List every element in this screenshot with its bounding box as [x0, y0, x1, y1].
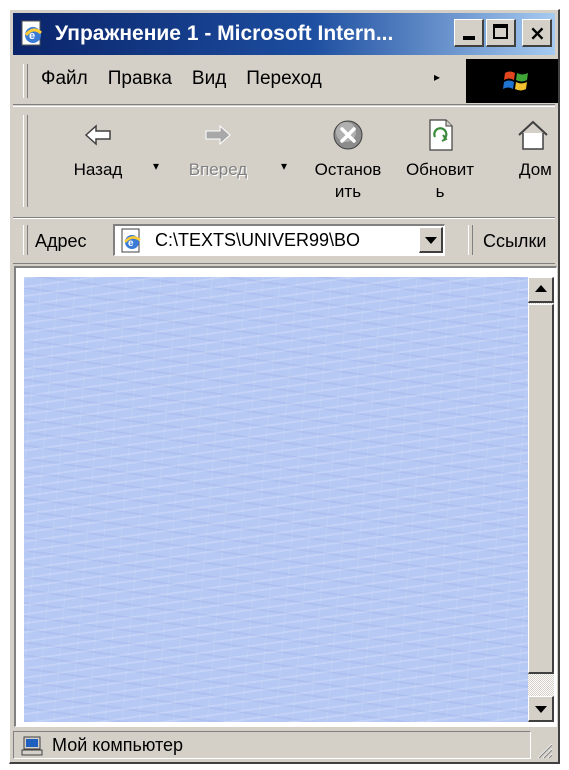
menu-more-chevron-icon[interactable]: ▸: [434, 70, 440, 84]
internet-explorer-page-icon: e: [19, 20, 47, 48]
back-label: Назад: [73, 160, 123, 179]
page-viewport[interactable]: [24, 277, 528, 722]
links-bar-grip[interactable]: [468, 225, 473, 255]
window-title: Упражнение 1 - Microsoft Intern...: [55, 22, 394, 45]
vertical-scrollbar[interactable]: [528, 277, 554, 722]
scroll-down-arrow-icon: [535, 706, 547, 713]
windows-logo-icon: [503, 71, 528, 91]
links-button[interactable]: Ссылки: [483, 231, 546, 252]
windows-logo-throbber: [466, 59, 558, 103]
close-icon: ×: [529, 21, 546, 45]
refresh-button[interactable]: Обновит ь: [395, 107, 485, 215]
refresh-label-line-2: ь: [435, 182, 445, 201]
toolbar-grip[interactable]: [23, 115, 28, 207]
minimize-icon: [463, 36, 475, 40]
caption-buttons: ×: [454, 19, 552, 47]
dropdown-arrow-icon: [425, 237, 437, 244]
status-bar: Мой компьютер: [13, 729, 555, 761]
svg-text:e: e: [128, 238, 134, 249]
minimize-button[interactable]: [454, 19, 484, 47]
scroll-up-button[interactable]: [528, 277, 554, 303]
stop-label-line-1: Останов: [314, 160, 382, 179]
stop-label: Останов ить: [303, 159, 393, 203]
menu-bar: Файл Правка Вид Переход ▸: [13, 58, 558, 105]
stop-button[interactable]: Останов ить: [303, 107, 393, 215]
status-pane: Мой компьютер: [13, 731, 531, 759]
address-dropdown-button[interactable]: [419, 227, 443, 253]
resize-grip-icon[interactable]: [535, 741, 553, 759]
forward-dropdown-arrow-icon[interactable]: ▾: [281, 159, 287, 173]
stop-label-line-2: ить: [334, 182, 362, 201]
forward-label: Вперед: [188, 160, 248, 179]
menu-view[interactable]: Вид: [182, 68, 236, 90]
menu-go[interactable]: Переход: [236, 68, 331, 90]
standard-toolbar: Назад ▾ Вперед ▾ Останов ить Обновит ь Д…: [13, 106, 555, 218]
menu-bar-grip[interactable]: [23, 64, 28, 98]
ie-page-icon: e: [121, 228, 141, 253]
back-dropdown-arrow-icon[interactable]: ▾: [153, 159, 159, 173]
refresh-label-line-1: Обновит: [405, 160, 475, 179]
browser-window: e Упражнение 1 - Microsoft Intern... × Ф…: [9, 9, 560, 764]
my-computer-icon: [21, 736, 43, 756]
menu-edit[interactable]: Правка: [98, 68, 182, 90]
menu-file[interactable]: Файл: [37, 68, 98, 90]
address-input[interactable]: e C:\TEXTS\UNIVER99\BO: [113, 224, 445, 256]
status-text: Мой компьютер: [52, 735, 184, 755]
address-value: C:\TEXTS\UNIVER99\BO: [155, 230, 361, 250]
home-label: Дом: [519, 160, 552, 179]
forward-button[interactable]: Вперед: [173, 107, 263, 215]
address-label: Адрес: [35, 231, 87, 251]
address-bar: Адрес e C:\TEXTS\UNIVER99\BO Ссылки: [13, 218, 555, 264]
refresh-label: Обновит ь: [395, 159, 485, 203]
scroll-up-arrow-icon: [535, 285, 547, 292]
home-icon: [518, 120, 548, 150]
content-frame: [14, 266, 557, 727]
scrollbar-thumb[interactable]: [528, 304, 554, 674]
stop-icon: [333, 120, 363, 150]
home-button[interactable]: Дом: [499, 107, 555, 215]
forward-arrow-icon: [205, 124, 231, 146]
svg-text:e: e: [29, 30, 35, 42]
maximize-button[interactable]: [486, 19, 516, 47]
back-arrow-icon: [84, 124, 111, 146]
maximize-icon: [493, 24, 508, 39]
scroll-down-button[interactable]: [528, 696, 554, 722]
refresh-icon: [429, 119, 453, 151]
back-button[interactable]: Назад: [53, 107, 143, 215]
menu-items: Файл Правка Вид Переход: [37, 68, 332, 90]
close-button[interactable]: ×: [522, 19, 552, 47]
title-bar[interactable]: e Упражнение 1 - Microsoft Intern... ×: [13, 13, 555, 55]
address-bar-grip[interactable]: [23, 225, 28, 255]
